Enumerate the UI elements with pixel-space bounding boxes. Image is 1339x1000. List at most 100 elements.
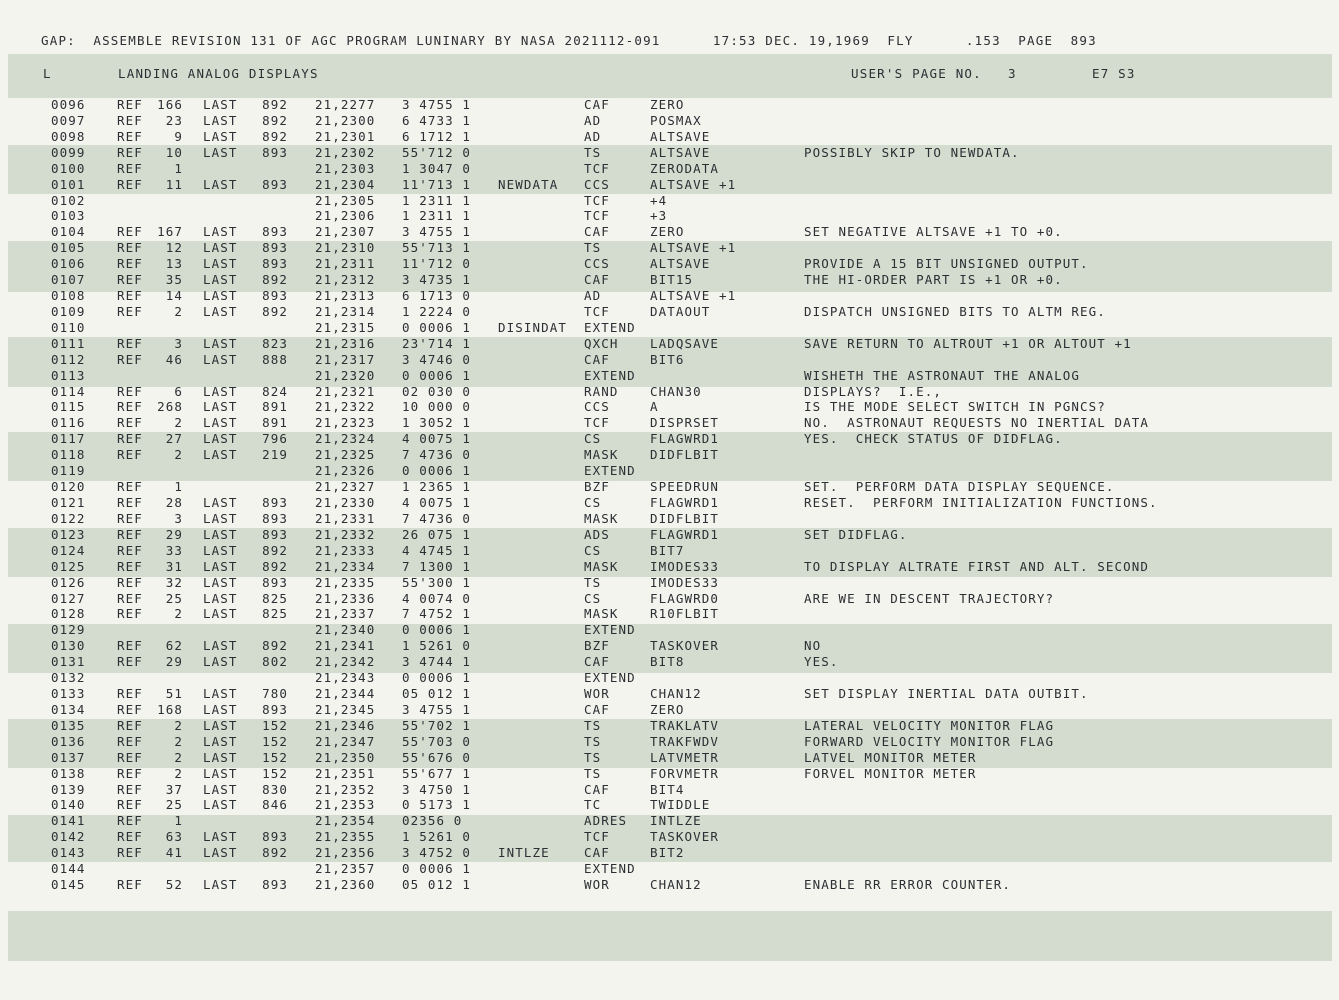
opcode: CCS <box>584 256 610 272</box>
address: 21,2300 <box>315 112 376 128</box>
address: 21,2277 <box>315 97 376 112</box>
listing-row: 0100 REF 1 21,2303 1 3047 0 TCF ZERODATA <box>0 161 1339 177</box>
symbol-label: NEWDATA <box>498 176 559 192</box>
line-number: 0145 <box>51 877 86 893</box>
line-number: 0129 <box>51 622 86 638</box>
comment: FORVEL MONITOR METER <box>804 765 977 781</box>
ref-keyword: REF <box>117 542 143 558</box>
operand: ALTSAVE +1 <box>650 176 737 192</box>
ref-count: 35 <box>165 272 183 288</box>
line-number: 0105 <box>51 240 86 256</box>
ref-keyword: REF <box>117 781 143 797</box>
last-keyword: LAST <box>203 542 238 558</box>
operand: LADQSAVE <box>650 335 720 351</box>
last-page: 891 <box>262 399 288 415</box>
last-keyword: LAST <box>203 383 238 399</box>
line-number: 0137 <box>51 749 86 765</box>
last-page: 893 <box>262 829 288 845</box>
ref-keyword: REF <box>117 176 143 192</box>
section-title: LANDING ANALOG DISPLAYS <box>118 66 319 81</box>
comment: YES. <box>804 654 839 670</box>
address: 21,2332 <box>315 526 376 542</box>
line-number: 0115 <box>51 399 86 415</box>
ref-count: 6 <box>174 383 183 399</box>
ref-keyword: REF <box>117 415 143 431</box>
last-keyword: LAST <box>203 606 238 622</box>
line-number: 0107 <box>51 272 86 288</box>
ref-keyword: REF <box>117 383 143 399</box>
ref-count: 28 <box>165 495 183 510</box>
octal-word: 26 075 1 <box>402 526 472 542</box>
address: 21,2343 <box>315 670 376 686</box>
ref-count: 1 <box>174 160 183 176</box>
ref-count: 29 <box>165 654 183 670</box>
ref-count: 25 <box>165 590 183 606</box>
operand: ALTSAVE <box>650 128 711 144</box>
operand: BIT2 <box>650 845 685 861</box>
operand: DIDFLBIT <box>650 510 720 526</box>
listing-row: 0096 REF 166 LAST 892 21,2277 3 4755 1 CAF ZERO <box>0 97 1339 113</box>
line-number: 0140 <box>51 797 86 813</box>
opcode: TC <box>584 797 602 813</box>
comment: LATVEL MONITOR METER <box>804 749 977 765</box>
last-keyword: LAST <box>203 176 238 192</box>
comment: SAVE RETURN TO ALTROUT +1 OR ALTOUT +1 <box>804 335 1132 351</box>
octal-word: 0 0006 1 <box>402 861 472 877</box>
octal-word: 05 012 1 <box>402 686 472 702</box>
listing-row: 0101 REF 11 LAST 893 21,2304 11'713 1 NEWDATA CC… <box>0 177 1339 193</box>
listing-row: 0142 REF 63 LAST 893 21,2355 1 5261 0 TCF TASKOV… <box>0 829 1339 845</box>
address: 21,2341 <box>315 638 376 654</box>
last-page: 893 <box>262 574 288 590</box>
address: 21,2316 <box>315 335 376 351</box>
last-keyword: LAST <box>203 224 238 240</box>
ref-keyword: REF <box>117 128 143 144</box>
octal-word: 1 2365 1 <box>402 479 472 495</box>
octal-word: 6 1712 1 <box>402 128 472 144</box>
last-keyword: LAST <box>203 510 238 526</box>
address: 21,2345 <box>315 701 376 717</box>
listing-row: 0098 REF 9 LAST 892 21,2301 6 1712 1 AD ALTSAVE <box>0 129 1339 145</box>
octal-word: 4 0075 1 <box>402 431 472 447</box>
last-keyword: LAST <box>203 654 238 670</box>
operand: DISPRSET <box>650 415 720 431</box>
octal-word: 55'712 0 <box>402 144 472 160</box>
last-keyword: LAST <box>203 112 238 128</box>
ref-keyword: REF <box>117 256 143 272</box>
last-page: 825 <box>262 590 288 606</box>
ref-keyword: REF <box>117 765 143 781</box>
line-number: 0117 <box>51 431 86 447</box>
ref-keyword: REF <box>117 288 143 304</box>
octal-word: 02356 0 <box>402 813 463 829</box>
octal-word: 0 0006 1 <box>402 319 472 335</box>
ref-keyword: REF <box>117 717 143 733</box>
ref-keyword: REF <box>117 510 143 526</box>
users-page-number: USER'S PAGE NO. 3 <box>851 66 1017 81</box>
ref-keyword: REF <box>117 686 143 702</box>
last-keyword: LAST <box>203 590 238 606</box>
line-number: 0101 <box>51 176 86 192</box>
line-number: 0128 <box>51 606 86 622</box>
ref-count: 3 <box>174 510 183 526</box>
last-page: 893 <box>262 510 288 526</box>
ref-keyword: REF <box>117 558 143 574</box>
opcode: TS <box>584 765 602 781</box>
operand: ZERO <box>650 701 685 717</box>
last-page: 893 <box>262 701 288 717</box>
address: 21,2327 <box>315 479 376 495</box>
operand: BIT4 <box>650 781 685 797</box>
comment: YES. CHECK STATUS OF DIDFLAG. <box>804 431 1063 447</box>
octal-word: 7 4752 1 <box>402 606 472 622</box>
opcode: EXTEND <box>584 319 636 335</box>
opcode: WOR <box>584 877 610 893</box>
last-page: 893 <box>262 495 288 510</box>
ref-count: 63 <box>165 829 183 845</box>
last-page: 219 <box>262 447 288 463</box>
ref-count: 41 <box>165 845 183 861</box>
ref-count: 1 <box>174 479 183 495</box>
ref-count: 9 <box>174 128 183 144</box>
listing-row: 0145 REF 52 LAST 893 21,2360 05 012 1 WOR CHAN12… <box>0 877 1339 893</box>
operand: DATAOUT <box>650 303 711 319</box>
listing-row: 0140 REF 25 LAST 846 21,2353 0 5173 1 TC TWIDDLE <box>0 797 1339 813</box>
comment: SET DISPLAY INERTIAL DATA OUTBIT. <box>804 686 1089 702</box>
octal-word: 0 0006 1 <box>402 670 472 686</box>
